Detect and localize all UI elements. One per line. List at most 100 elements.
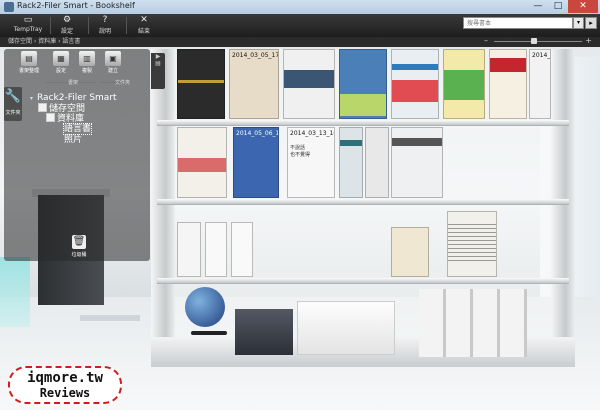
trash-button[interactable]: 🗑 垃圾桶: [66, 235, 92, 259]
book[interactable]: 2014_05_06_11: [233, 127, 279, 198]
book-title: 2014_03_13_16_5: [290, 130, 334, 137]
book[interactable]: [339, 49, 387, 119]
book[interactable]: 2014_03_13_16_5 不說話 也不覺得: [287, 127, 335, 198]
cover-art: [178, 158, 226, 172]
app-icon: [4, 2, 14, 12]
file-boxes: [419, 289, 527, 357]
search-input[interactable]: 搜尋書本: [463, 17, 573, 29]
book[interactable]: 2014_04_09_09_1: [529, 49, 551, 119]
folder-add-icon: ▣: [105, 51, 121, 66]
shelf-side-right: [551, 49, 575, 367]
location-bar: 儲存空間 › 資料庫 › 語言書 – +: [0, 36, 600, 47]
book[interactable]: [443, 49, 485, 119]
shelf-organize-button[interactable]: ▤ 書架整理: [16, 51, 42, 79]
book-cover-text: 不說話 也不覺得: [290, 145, 311, 158]
cover-art: [340, 140, 362, 146]
storage-box: [235, 309, 293, 355]
expand-toggle[interactable]: ▾: [30, 93, 37, 104]
toolbar-divider: [50, 17, 51, 34]
watermark-logo: iqmore.tw Reviews: [8, 366, 122, 404]
breadcrumb: 儲存空間 › 資料庫 › 語言書: [8, 38, 81, 45]
book[interactable]: [177, 222, 201, 277]
tree-node-photos[interactable]: 照片: [64, 135, 82, 146]
globe-ornament: [185, 287, 225, 327]
cover-art: [392, 138, 442, 146]
window-controls: — □ ✕: [528, 0, 598, 13]
book[interactable]: [177, 127, 227, 198]
search-button[interactable]: ▸: [585, 17, 597, 29]
search-dropdown-button[interactable]: ▾: [573, 17, 584, 29]
shelf-board: [157, 120, 569, 126]
bookshelf: 2014_03_05_17 2014_04_09_09_1 2014_05_06…: [151, 49, 575, 367]
toolbar-divider: [126, 17, 127, 34]
collapse-toggle[interactable]: [38, 103, 47, 112]
cover-art: [444, 70, 484, 100]
cover-art: [340, 94, 386, 116]
paper-stack: [297, 301, 395, 355]
cover-art: [178, 80, 224, 83]
settings-icon: ▦: [53, 51, 69, 66]
temptray-button[interactable]: ▭ TempTray: [8, 15, 48, 36]
help-icon: ?: [102, 15, 108, 25]
background-table: [80, 315, 140, 321]
window-titlebar: Rack2-Filer Smart - Bookshelf — □ ✕: [0, 0, 600, 14]
create-button[interactable]: ▣ 建立: [100, 51, 126, 79]
zoom-slider[interactable]: – +: [484, 36, 592, 45]
cover-art: [448, 224, 496, 264]
book[interactable]: [205, 222, 227, 277]
book[interactable]: [391, 49, 439, 119]
close-icon: ✕: [140, 15, 148, 25]
book[interactable]: [283, 49, 335, 119]
book[interactable]: [177, 49, 225, 119]
copy-icon: ▥: [79, 51, 95, 66]
book[interactable]: [339, 127, 363, 198]
book[interactable]: [391, 127, 443, 198]
cabinet-panel: ▤ 書架整理 ▦ 設定 ▥ 複製 ▣ 建立 書架 文件夾 ▾ Rack2-File…: [4, 49, 150, 261]
tree-node-language-books[interactable]: 語言書: [62, 123, 93, 135]
settings-button[interactable]: ⚙ 設定: [54, 15, 80, 36]
book-title: 2014_04_09_09_1: [532, 52, 551, 59]
toolbar-divider: [88, 17, 89, 34]
zoom-in-icon[interactable]: +: [585, 36, 592, 45]
shelf-settings-button[interactable]: ▦ 設定: [48, 51, 74, 79]
help-button[interactable]: ? 說明: [92, 15, 118, 36]
book[interactable]: [391, 227, 429, 277]
shelf-board: [157, 199, 569, 205]
close-window-button[interactable]: ✕: [568, 0, 598, 13]
group-label-folder: 文件夾: [115, 80, 131, 86]
collapse-panel-button[interactable]: ▶ ▤: [151, 53, 165, 89]
globe-stand: [191, 331, 227, 335]
zoom-out-icon[interactable]: –: [484, 36, 488, 45]
trash-icon: 🗑: [72, 235, 86, 249]
book-title: 2014_03_05_17: [232, 52, 279, 59]
book[interactable]: [365, 127, 389, 198]
cover-art: [392, 64, 438, 70]
cover-art: [490, 58, 526, 72]
minimize-button[interactable]: —: [528, 0, 548, 13]
arrow-right-icon: ▶: [155, 53, 161, 60]
zoom-thumb[interactable]: [530, 38, 537, 44]
book-title: 2014_05_06_11: [236, 130, 279, 137]
folder-tab[interactable]: 🔧 文件夾: [4, 87, 22, 121]
book[interactable]: [231, 222, 253, 277]
book[interactable]: [447, 211, 497, 277]
shelf-board: [157, 278, 569, 284]
book[interactable]: [489, 49, 527, 119]
book[interactable]: 2014_03_05_17: [229, 49, 279, 119]
collapse-toggle[interactable]: [46, 113, 55, 122]
watermark-line1: iqmore.tw: [27, 370, 103, 386]
zoom-track: [494, 41, 582, 42]
background-partition: [0, 257, 30, 327]
maximize-button[interactable]: □: [548, 0, 568, 13]
copy-button[interactable]: ▥ 複製: [74, 51, 100, 79]
gear-icon: ⚙: [62, 15, 72, 25]
cover-art: [392, 80, 438, 102]
window-title: Rack2-Filer Smart - Bookshelf: [17, 1, 135, 10]
group-label-shelf: 書架: [68, 80, 79, 86]
bookshelf-icon: ▤: [21, 51, 37, 66]
list-icon: ▤: [155, 60, 161, 67]
shelf-side-left: [151, 49, 175, 367]
watermark-line2: Reviews: [39, 386, 91, 400]
wrench-icon: 🔧: [4, 89, 22, 104]
exit-button[interactable]: ✕ 結束: [130, 15, 158, 36]
